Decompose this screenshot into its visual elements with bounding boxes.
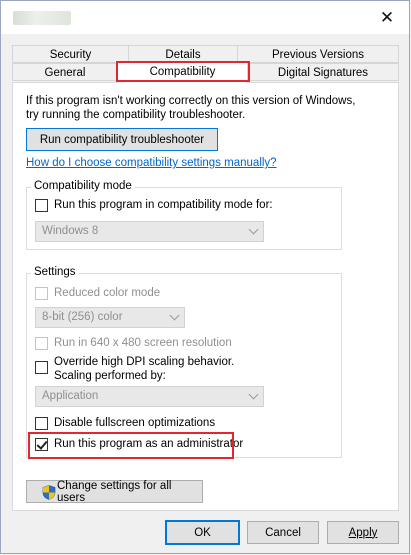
reduced-color-checkbox xyxy=(35,287,48,300)
tab-previous-versions[interactable]: Previous Versions xyxy=(237,45,399,63)
chevron-down-icon xyxy=(248,389,259,400)
res-640-label: Run in 640 x 480 screen resolution xyxy=(54,337,232,349)
chevron-down-icon xyxy=(169,310,180,321)
run-troubleshooter-button[interactable]: Run compatibility troubleshooter xyxy=(26,128,218,151)
intro-line-2: try running the compatibility troublesho… xyxy=(26,109,246,121)
res-640-checkbox xyxy=(35,337,48,350)
tab-general[interactable]: General xyxy=(12,63,118,81)
dpi-scaling-select: Application xyxy=(35,386,264,407)
cancel-button[interactable]: Cancel xyxy=(247,521,319,544)
compat-os-select: Windows 8 xyxy=(35,221,264,242)
uac-shield-icon xyxy=(42,485,56,500)
fullscreen-opt-checkbox[interactable] xyxy=(35,417,48,430)
compatibility-panel: If this program isn't working correctly … xyxy=(12,82,399,511)
color-depth-select: 8-bit (256) color xyxy=(35,307,185,328)
dpi-override-label-2: Scaling performed by: xyxy=(54,370,166,382)
reduced-color-label: Reduced color mode xyxy=(54,287,161,299)
window-title-obscured xyxy=(13,11,71,25)
ok-button[interactable]: OK xyxy=(165,520,240,545)
title-bar: ✕ xyxy=(1,1,409,34)
dpi-override-checkbox[interactable] xyxy=(35,361,48,374)
manual-settings-link[interactable]: How do I choose compatibility settings m… xyxy=(26,157,277,169)
close-button[interactable]: ✕ xyxy=(365,1,409,34)
tab-digital-signatures[interactable]: Digital Signatures xyxy=(247,63,399,81)
compatibility-tab-highlight xyxy=(116,61,250,82)
compat-mode-label: Run this program in compatibility mode f… xyxy=(54,199,273,211)
properties-dialog: ✕ Security Details Previous Versions Gen… xyxy=(0,0,410,554)
run-as-admin-highlight xyxy=(28,432,234,459)
change-all-users-button[interactable]: Change settings for all users xyxy=(26,480,203,504)
compatibility-mode-label: Compatibility mode xyxy=(31,180,135,192)
tab-security[interactable]: Security xyxy=(12,45,129,63)
fullscreen-opt-label: Disable fullscreen optimizations xyxy=(54,417,216,429)
apply-button[interactable]: Apply xyxy=(327,521,399,544)
settings-label: Settings xyxy=(31,266,79,278)
intro-line-1: If this program isn't working correctly … xyxy=(26,95,356,107)
dpi-override-label-1: Override high DPI scaling behavior. xyxy=(54,356,235,368)
chevron-down-icon xyxy=(248,224,259,235)
compat-mode-checkbox[interactable] xyxy=(35,199,48,212)
close-icon: ✕ xyxy=(379,7,395,27)
